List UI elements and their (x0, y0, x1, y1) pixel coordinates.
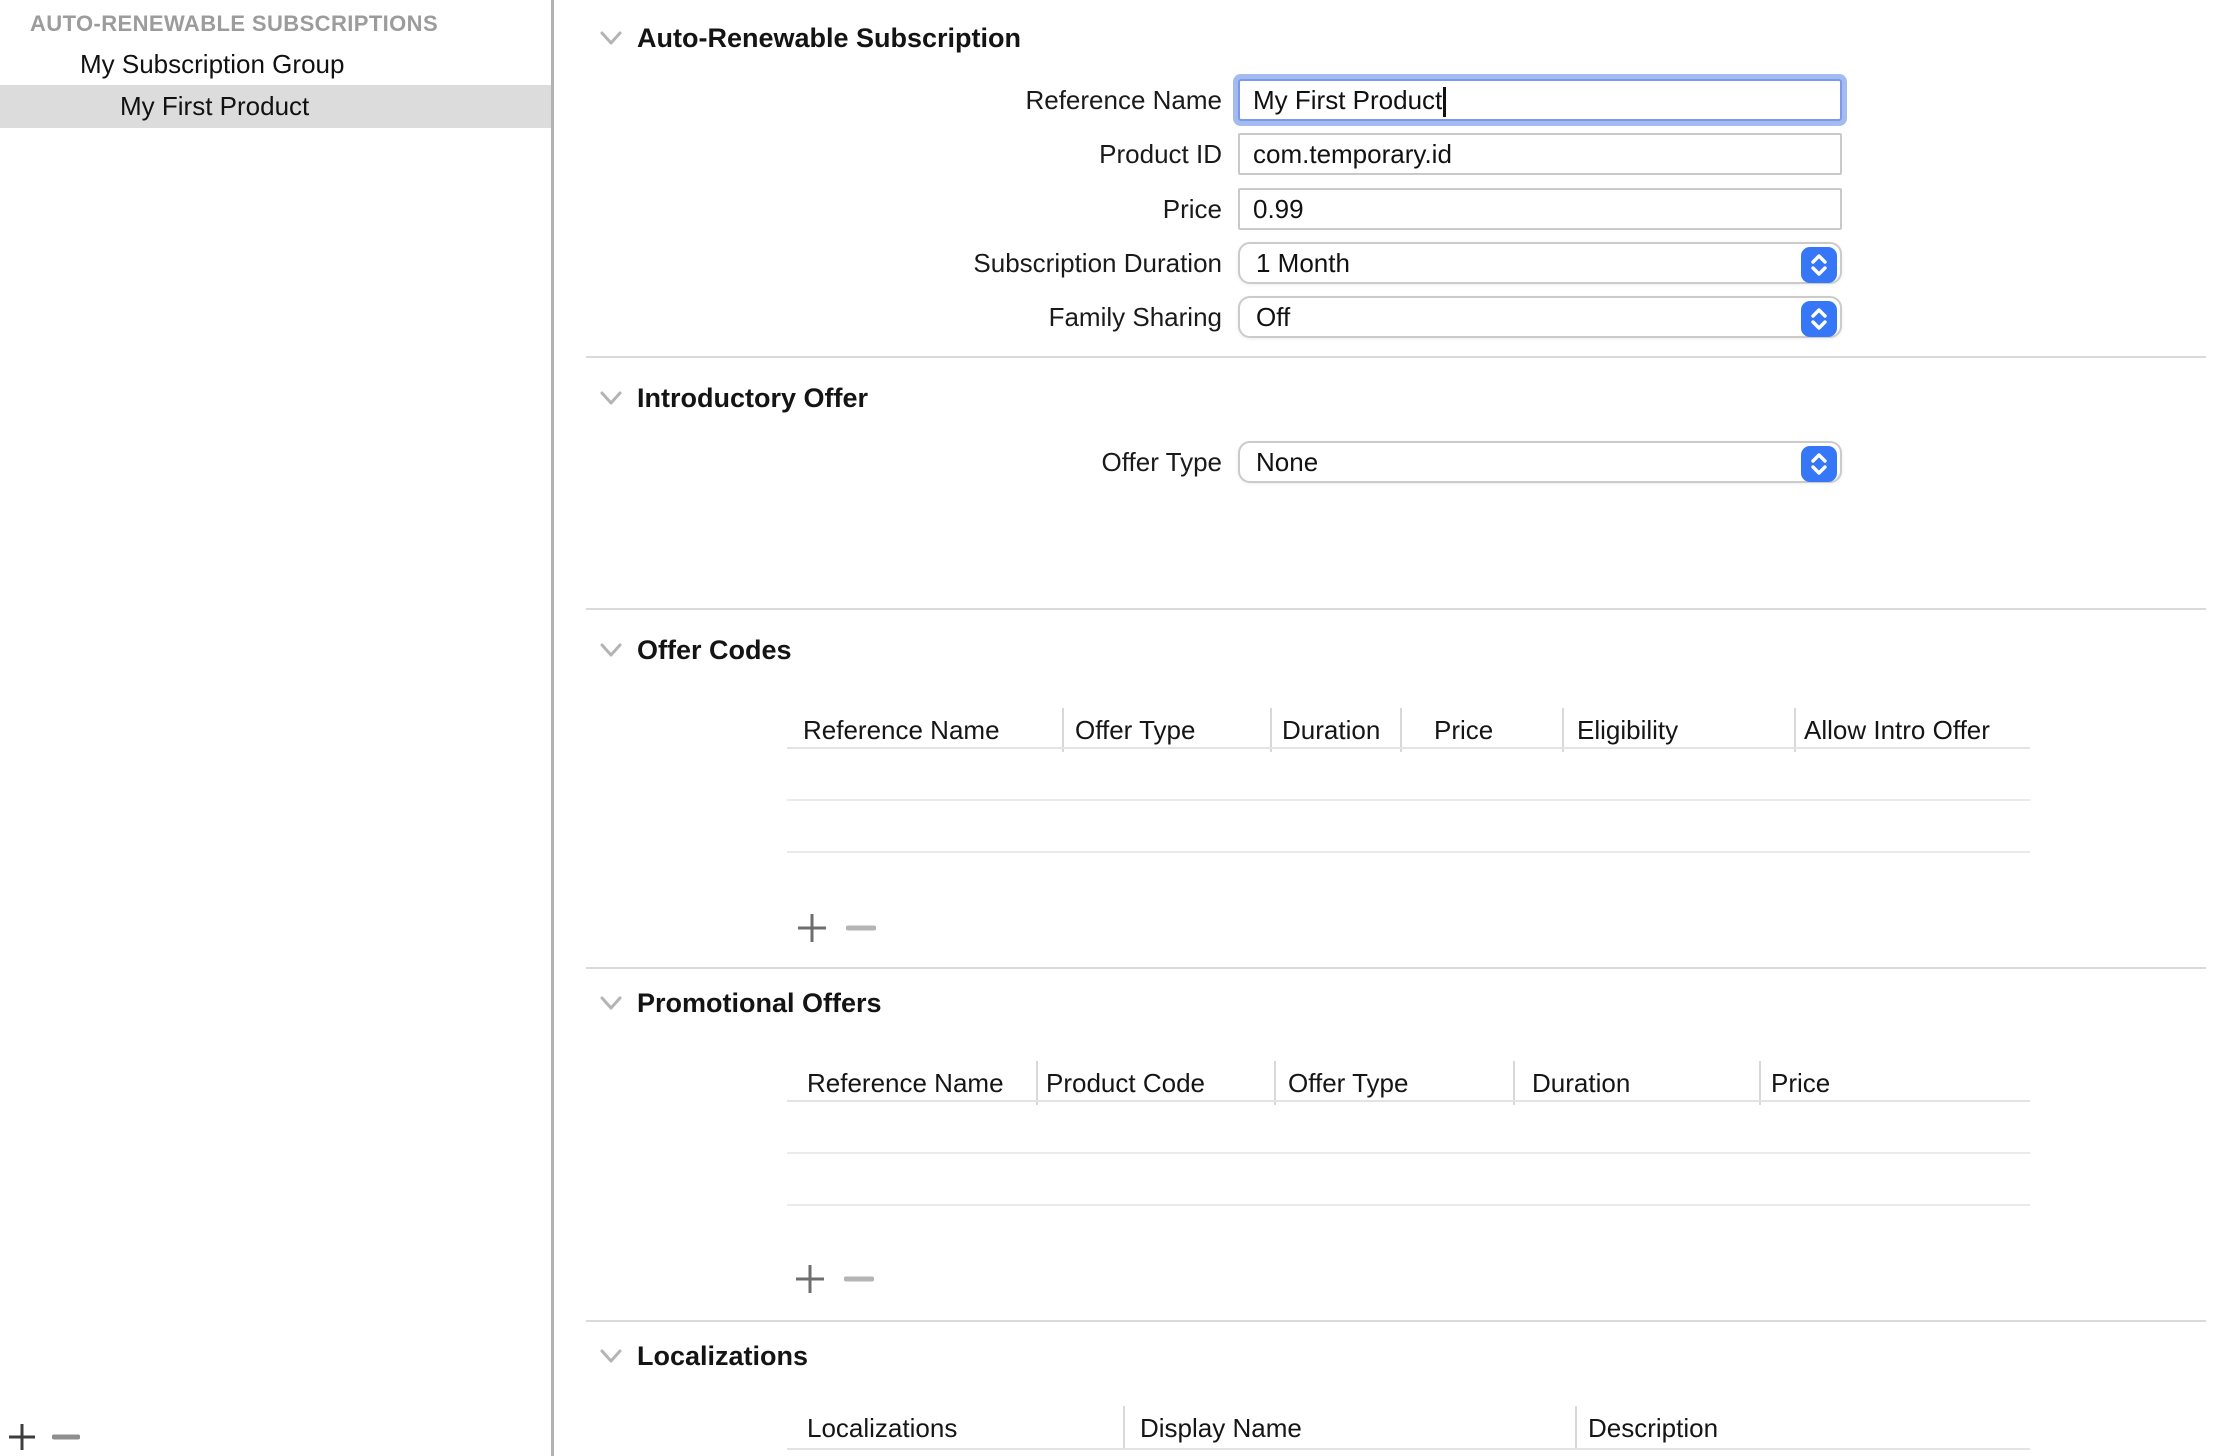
sidebar-remove-icon[interactable] (52, 1433, 80, 1441)
offer-type-label: Offer Type (554, 441, 1222, 483)
empty-table-row-separator (787, 851, 2030, 853)
column-header-price: Price (1434, 709, 1493, 751)
popup-stepper-icon (1801, 247, 1837, 283)
chevron-down-icon[interactable] (599, 643, 623, 658)
sidebar-item-label: My First Product (120, 85, 309, 128)
column-separator (1274, 1061, 1276, 1105)
text-cursor (1443, 87, 1446, 117)
chevron-down-icon[interactable] (599, 1349, 623, 1364)
sidebar-item-my-subscription-group[interactable]: My Subscription Group (0, 43, 551, 85)
column-header-duration: Duration (1282, 709, 1380, 751)
sidebar-item-label: My Subscription Group (80, 43, 344, 85)
section-title-introductory-offer: Introductory Offer (637, 377, 868, 419)
column-header-display-name: Display Name (1140, 1407, 1302, 1449)
promotional-offers-add-icon[interactable] (794, 1263, 826, 1295)
column-header-offer-type: Offer Type (1288, 1062, 1408, 1104)
offer-type-value: None (1256, 447, 1318, 477)
section-divider (586, 356, 2206, 358)
column-separator (1794, 708, 1796, 752)
family-sharing-label: Family Sharing (554, 296, 1222, 338)
chevron-down-icon[interactable] (599, 31, 623, 46)
chevron-down-icon[interactable] (599, 996, 623, 1011)
promotional-offers-remove-icon[interactable] (844, 1275, 874, 1283)
product-id-input[interactable]: com.temporary.id (1238, 133, 1842, 175)
storekit-configuration-editor: AUTO-RENEWABLE SUBSCRIPTIONS My Subscrip… (0, 0, 2226, 1456)
section-title-offer-codes: Offer Codes (637, 629, 792, 671)
column-separator (1270, 708, 1272, 752)
column-separator (1036, 1061, 1038, 1105)
chevron-down-icon[interactable] (599, 391, 623, 406)
section-title-auto-renewable-subscription: Auto-Renewable Subscription (637, 17, 1021, 59)
column-header-eligibility: Eligibility (1577, 709, 1678, 751)
subscription-duration-value: 1 Month (1256, 248, 1350, 278)
column-header-reference-name: Reference Name (807, 1062, 1004, 1104)
table-header-underline (787, 1100, 2030, 1102)
column-header-price: Price (1771, 1062, 1830, 1104)
column-header-localizations: Localizations (807, 1407, 957, 1449)
table-header-underline (787, 747, 2030, 749)
column-separator (1400, 708, 1402, 752)
sidebar-item-my-first-product[interactable]: My First Product (0, 85, 551, 128)
offer-type-popup[interactable]: None (1238, 441, 1842, 483)
family-sharing-value: Off (1256, 302, 1290, 332)
column-header-description: Description (1588, 1407, 1718, 1449)
section-divider (586, 967, 2206, 969)
offer-codes-add-icon[interactable] (796, 912, 828, 944)
sidebar-add-icon[interactable] (8, 1423, 36, 1451)
price-label: Price (554, 188, 1222, 230)
product-id-label: Product ID (554, 133, 1222, 175)
sidebar-group-header: AUTO-RENEWABLE SUBSCRIPTIONS (30, 6, 530, 42)
column-header-product-code: Product Code (1046, 1062, 1205, 1104)
offer-codes-remove-icon[interactable] (846, 924, 876, 932)
reference-name-label: Reference Name (554, 79, 1222, 121)
empty-table-row-separator (787, 799, 2030, 801)
price-value: 0.99 (1253, 194, 1304, 224)
section-title-localizations: Localizations (637, 1335, 808, 1377)
empty-table-row-separator (787, 1152, 2030, 1154)
column-separator (1513, 1061, 1515, 1105)
price-input[interactable]: 0.99 (1238, 188, 1842, 230)
empty-table-row-separator (787, 1204, 2030, 1206)
column-separator (1123, 1406, 1125, 1450)
column-separator (1562, 708, 1564, 752)
column-header-allow-intro-offer: Allow Intro Offer (1804, 709, 1990, 751)
column-separator (1575, 1406, 1577, 1450)
section-title-promotional-offers: Promotional Offers (637, 982, 882, 1024)
reference-name-input[interactable]: My First Product (1238, 79, 1842, 121)
column-header-reference-name: Reference Name (803, 709, 1000, 751)
subscription-duration-popup[interactable]: 1 Month (1238, 242, 1842, 284)
family-sharing-popup[interactable]: Off (1238, 296, 1842, 338)
sidebar: AUTO-RENEWABLE SUBSCRIPTIONS My Subscrip… (0, 0, 554, 1456)
section-divider (586, 608, 2206, 610)
column-separator (1062, 708, 1064, 752)
reference-name-value: My First Product (1253, 85, 1442, 115)
column-header-offer-type: Offer Type (1075, 709, 1195, 751)
section-divider (586, 1320, 2206, 1322)
column-header-duration: Duration (1532, 1062, 1630, 1104)
popup-stepper-icon (1801, 301, 1837, 337)
table-header-underline (787, 1448, 2030, 1450)
popup-stepper-icon (1801, 446, 1837, 482)
subscription-duration-label: Subscription Duration (554, 242, 1222, 284)
column-separator (1759, 1061, 1761, 1105)
product-id-value: com.temporary.id (1253, 139, 1452, 169)
